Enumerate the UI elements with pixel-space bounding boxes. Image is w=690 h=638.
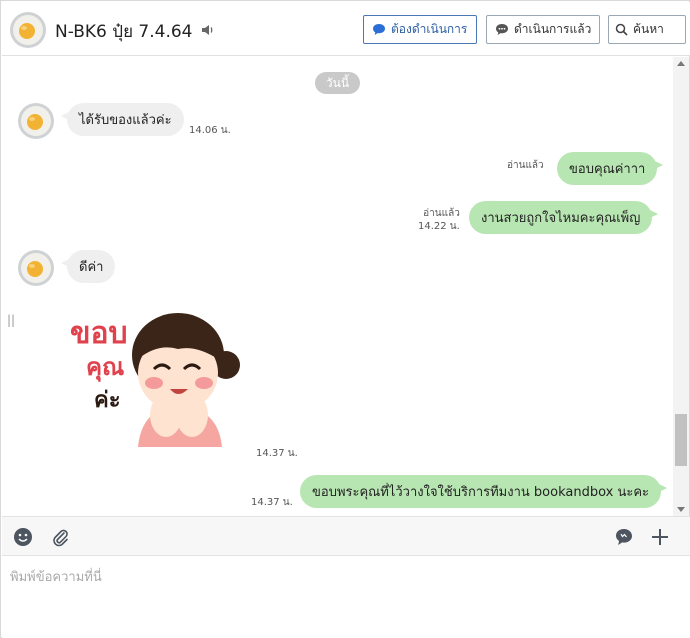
todo-button-label: ต้องดำเนินการ bbox=[391, 22, 468, 36]
speaker-icon[interactable] bbox=[200, 22, 216, 38]
message-time: 14.37 น. bbox=[251, 497, 293, 508]
chat-title: N-BK6 ปุ๋ย 7.4.64 bbox=[55, 22, 193, 42]
date-separator: วันนี้ bbox=[315, 72, 360, 94]
message-bubble-outgoing[interactable]: ขอบพระคุณที่ไว้วางใจใช้บริการทีมงาน book… bbox=[300, 475, 668, 508]
message-time: 14.22 น. bbox=[418, 221, 460, 232]
attachment-icon[interactable] bbox=[49, 526, 71, 548]
message-bubble-incoming[interactable]: ได้รับของแล้วค่ะ bbox=[61, 103, 184, 136]
message-bubble-incoming[interactable]: ดีค่า bbox=[60, 250, 116, 283]
message-bubble-outgoing[interactable]: งานสวยถูกใจไหมคะคุณเพ็ญ bbox=[469, 201, 659, 234]
done-button[interactable]: ดำเนินการแล้ว bbox=[486, 15, 600, 44]
sticker-text-line1: ขอบ bbox=[70, 316, 128, 351]
scroll-down-arrow[interactable] bbox=[677, 507, 685, 512]
composer bbox=[2, 556, 690, 638]
chat-scrollbar[interactable] bbox=[673, 57, 689, 516]
chat-window: N-BK6 ปุ๋ย 7.4.64 ต้องดำเนินการ ดำเนินกา… bbox=[0, 0, 690, 638]
sticker-text-line3: ค่ะ bbox=[94, 388, 121, 413]
drag-handle-icon[interactable]: || bbox=[7, 313, 15, 327]
message-list[interactable]: วันนี้ ได้รับของแล้วค่ะ 14.06 น. อ่านแล้… bbox=[2, 57, 672, 516]
sender-avatar[interactable] bbox=[18, 250, 54, 286]
scrollbar-thumb[interactable] bbox=[675, 414, 687, 466]
message-bubble-outgoing[interactable]: ขอบคุณค่าาา bbox=[557, 152, 664, 185]
todo-button[interactable]: ต้องดำเนินการ bbox=[363, 15, 477, 44]
comment-icon bbox=[496, 24, 508, 35]
chat-bubble-icon bbox=[373, 24, 385, 35]
search-button[interactable]: ค้นหา bbox=[608, 15, 686, 44]
search-button-label: ค้นหา bbox=[633, 22, 664, 36]
sender-avatar[interactable] bbox=[18, 103, 54, 139]
plus-icon[interactable] bbox=[649, 526, 671, 548]
sticker-message[interactable]: ขอบ คุณ ค่ะ bbox=[66, 307, 248, 447]
line-icon[interactable] bbox=[613, 526, 635, 548]
sticker-text-line2: คุณ bbox=[86, 353, 124, 383]
read-receipt-label: อ่านแล้ว bbox=[423, 208, 460, 219]
contact-avatar[interactable] bbox=[10, 12, 46, 48]
read-receipt: อ่านแล้ว 14.22 น. bbox=[418, 207, 460, 233]
done-button-label: ดำเนินการแล้ว bbox=[514, 22, 592, 36]
message-time: 14.06 น. bbox=[189, 125, 231, 136]
read-receipt: อ่านแล้ว bbox=[507, 160, 544, 171]
chat-header: N-BK6 ปุ๋ย 7.4.64 ต้องดำเนินการ ดำเนินกา… bbox=[2, 2, 690, 56]
search-icon bbox=[615, 23, 628, 36]
emoji-icon[interactable] bbox=[12, 526, 34, 548]
composer-toolbar bbox=[2, 516, 690, 556]
message-time: 14.37 น. bbox=[256, 448, 298, 459]
scroll-up-arrow[interactable] bbox=[677, 61, 685, 66]
message-input[interactable] bbox=[10, 566, 680, 626]
